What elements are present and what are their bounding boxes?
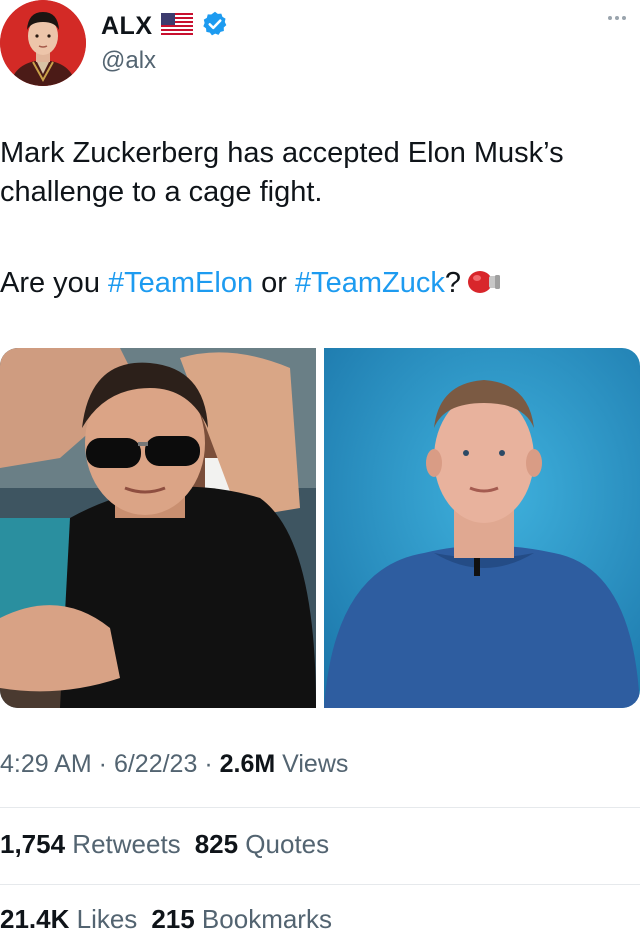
tweet-text-line-1: Mark Zuckerberg has accepted Elon Musk’s: [0, 137, 564, 169]
tweet-date[interactable]: 6/22/23: [114, 750, 197, 778]
likes-link[interactable]: 21.4K Likes: [0, 904, 137, 933]
tweet-meta: 4:29 AM · 6/22/23 · 2.6M Views: [0, 750, 348, 779]
likes-label: Likes: [69, 904, 138, 933]
retweets-count: 1,754: [0, 829, 66, 859]
tweet-text-line-2: challenge to a cage fight.: [0, 176, 323, 208]
retweets-link[interactable]: 1,754 Retweets: [0, 829, 181, 859]
avatar-image: [0, 0, 86, 86]
quotes-count: 825: [194, 829, 239, 859]
quotes-label: Quotes: [238, 829, 330, 859]
photo-mark-zuckerberg[interactable]: [324, 348, 640, 708]
hashtag-team-elon[interactable]: #TeamElon: [108, 267, 253, 299]
tweet-media[interactable]: [0, 348, 640, 708]
likes-count: 21.4K: [0, 904, 70, 933]
tweet-time[interactable]: 4:29 AM: [0, 750, 92, 778]
bookmarks-label: Bookmarks: [194, 904, 332, 933]
photo-elon-musk[interactable]: [0, 348, 316, 708]
meta-separator: ·: [197, 750, 220, 778]
more-options-icon[interactable]: [608, 16, 626, 20]
bookmarks-link[interactable]: 215 Bookmarks: [151, 904, 332, 933]
verified-badge-icon: [201, 10, 229, 43]
tweet: ALX @alx Mark Zuckerberg has accepted El…: [0, 0, 640, 933]
meta-separator: ·: [91, 750, 114, 778]
avatar[interactable]: [0, 0, 86, 86]
author-handle[interactable]: @alx: [101, 47, 156, 75]
tweet-text-line-3: Are you #TeamElon or #TeamZuck?: [0, 264, 501, 306]
views-label: Views: [275, 750, 349, 778]
engagement-row-1: 1,754 Retweets 825 Quotes: [0, 829, 329, 860]
views-count: 2.6M: [219, 750, 276, 778]
author-name[interactable]: ALX: [101, 12, 153, 41]
quotes-link[interactable]: 825 Quotes: [195, 829, 329, 859]
divider: [0, 884, 640, 885]
tweet-text-mid: or: [253, 267, 295, 299]
divider: [0, 807, 640, 808]
boxing-glove-icon: [467, 267, 501, 306]
us-flag-icon: [160, 12, 193, 40]
bookmarks-count: 215: [151, 904, 195, 933]
hashtag-team-zuck[interactable]: #TeamZuck: [295, 267, 445, 299]
engagement-row-2: 21.4K Likes 215 Bookmarks: [0, 904, 332, 933]
retweets-label: Retweets: [65, 829, 181, 859]
tweet-text-prefix: Are you: [0, 267, 108, 299]
tweet-text-suffix: ?: [444, 267, 462, 299]
author-name-row: ALX: [101, 9, 229, 43]
